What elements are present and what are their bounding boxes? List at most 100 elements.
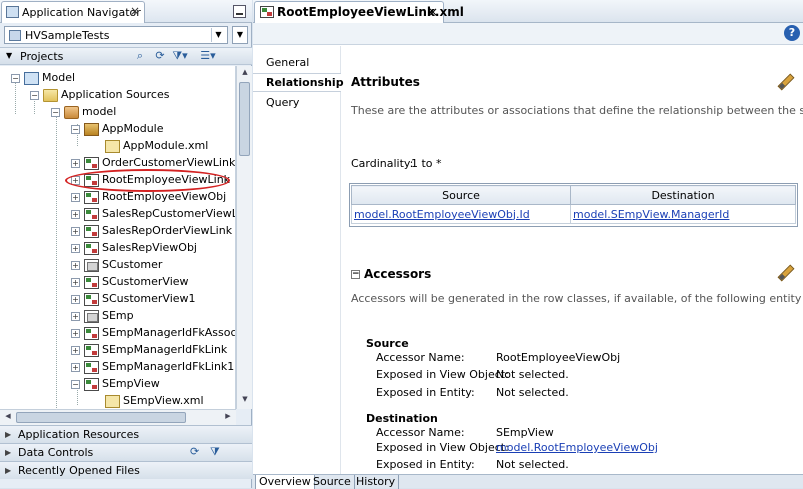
cardinality-label: Cardinality: xyxy=(351,157,414,170)
expand-icon[interactable]: + xyxy=(71,311,80,321)
tree-item[interactable]: − SEmpView xyxy=(71,375,160,392)
tab-overview[interactable]: Overview xyxy=(255,475,315,489)
expand-icon[interactable]: + xyxy=(71,328,80,338)
tab-history[interactable]: History xyxy=(353,475,400,489)
application-resources-panel[interactable]: ▶ Application Resources xyxy=(0,425,252,443)
destination-exposed-vo-link[interactable]: model.RootEmployeeViewObj xyxy=(496,441,658,454)
tree-vertical-scrollbar[interactable]: ▲ ▼ xyxy=(236,66,252,409)
data-controls-panel[interactable]: ▶ Data Controls ⟳ ⧩ xyxy=(0,443,252,461)
collapse-icon[interactable]: − xyxy=(30,90,39,100)
source-attribute-link[interactable]: model.RootEmployeeViewObj.Id xyxy=(351,204,571,224)
scroll-right-icon[interactable]: ▶ xyxy=(222,412,234,420)
tab-source[interactable]: Source xyxy=(310,475,355,489)
expand-triangle-icon: ▶ xyxy=(5,430,12,439)
close-icon[interactable]: × xyxy=(130,4,140,18)
side-tab-query[interactable]: Query xyxy=(253,94,341,113)
side-tab-general[interactable]: General xyxy=(253,54,341,73)
project-combo[interactable]: HVSampleTests ▼ xyxy=(4,26,228,44)
expand-icon[interactable]: + xyxy=(71,362,80,372)
navigator-tab[interactable]: Application Navigator × xyxy=(1,1,145,23)
collapse-icon[interactable]: − xyxy=(71,379,80,389)
scroll-up-icon[interactable]: ▲ xyxy=(239,68,251,80)
filter-icon[interactable]: ⧩▾ xyxy=(172,49,188,63)
tree-item[interactable]: − AppModule xyxy=(71,120,164,137)
tree-item[interactable]: + SEmpManagerIdFkAssoc xyxy=(71,324,235,341)
collapse-icon[interactable]: − xyxy=(11,73,20,83)
edit-pencil-icon[interactable] xyxy=(776,73,794,91)
filter-icon[interactable]: ⧩ xyxy=(210,445,220,459)
edit-pencil-icon[interactable] xyxy=(776,264,794,282)
tree-item-label: SEmpManagerIdFkLink xyxy=(102,343,228,356)
collapse-triangle-icon[interactable]: ▼ xyxy=(6,51,12,60)
viewlink-icon xyxy=(84,241,99,255)
refresh-icon[interactable]: ⟳ xyxy=(152,49,168,63)
expand-icon[interactable]: + xyxy=(71,243,80,253)
expand-icon[interactable]: + xyxy=(71,209,80,219)
overview-editor: RootEmployeeViewLink.xml × ? General Rel… xyxy=(253,0,803,489)
tree-item[interactable]: + SEmp xyxy=(71,307,134,324)
navigator-title: Application Navigator xyxy=(22,6,141,19)
expand-icon[interactable]: + xyxy=(71,192,80,202)
chevron-down-icon[interactable]: ▼ xyxy=(211,28,225,42)
relationship-panel: Attributes These are the attributes or a… xyxy=(342,46,803,474)
navigator-icon xyxy=(6,6,19,18)
tree-item-label: AppModule xyxy=(102,122,164,135)
tree-item[interactable]: − Model xyxy=(11,69,75,86)
collapse-icon[interactable]: − xyxy=(71,124,80,134)
sort-icon[interactable]: ☰▾ xyxy=(200,49,216,63)
destination-attribute-link[interactable]: model.SEmpView.ManagerId xyxy=(570,204,796,224)
source-exposed-entity-value: Not selected. xyxy=(496,386,569,399)
destination-accessor-name-value: SEmpView xyxy=(496,426,554,439)
scroll-down-icon[interactable]: ▼ xyxy=(239,395,251,407)
tree-item-label: model xyxy=(82,105,117,118)
help-icon[interactable]: ? xyxy=(784,25,800,41)
scroll-thumb[interactable] xyxy=(239,82,250,156)
tree-item[interactable]: + SalesRepCustomerViewLink xyxy=(71,205,235,222)
appmodule-icon xyxy=(84,122,99,136)
expand-icon[interactable]: + xyxy=(71,158,80,168)
tree-item[interactable]: + SalesRepViewObj xyxy=(71,239,197,256)
relationship-table: Source Destination model.RootEmployeeVie… xyxy=(351,185,796,224)
folder-icon xyxy=(43,88,58,102)
tree-item[interactable]: + SCustomerView xyxy=(71,273,189,290)
application-menu-button[interactable]: ▼ xyxy=(232,26,248,44)
collapse-icon[interactable]: − xyxy=(51,107,60,117)
tree-item[interactable]: + SEmpManagerIdFkLink1 xyxy=(71,358,234,375)
project-icon xyxy=(24,71,39,85)
tree-item[interactable]: +SEmpView.xml xyxy=(92,392,204,409)
refresh-icon[interactable]: ⟳ xyxy=(190,445,199,458)
minimize-icon[interactable] xyxy=(233,5,246,18)
tree-item[interactable]: − Application Sources xyxy=(30,86,169,103)
table-row: model.RootEmployeeViewObj.Id model.SEmpV… xyxy=(351,204,796,224)
tree-item-label: SCustomer xyxy=(102,258,163,271)
expand-icon[interactable]: + xyxy=(71,345,80,355)
viewlink-icon xyxy=(84,190,99,204)
tree-item[interactable]: + SCustomer xyxy=(71,256,162,273)
scroll-thumb-horizontal[interactable] xyxy=(16,412,186,423)
scroll-left-icon[interactable]: ◀ xyxy=(2,412,14,420)
expand-icon[interactable]: + xyxy=(71,277,80,287)
side-tab-relationship[interactable]: Relationship xyxy=(253,73,344,92)
close-icon[interactable]: × xyxy=(428,5,438,19)
tree-horizontal-scrollbar[interactable]: ◀ ▶ xyxy=(0,409,236,425)
tree-item[interactable]: + SCustomerView1 xyxy=(71,290,196,307)
expand-icon[interactable]: + xyxy=(71,294,80,304)
expand-icon[interactable]: + xyxy=(71,226,80,236)
viewlink-icon xyxy=(84,360,99,374)
tree-item[interactable]: + SEmpManagerIdFkLink xyxy=(71,341,227,358)
tree-item[interactable]: +AppModule.xml xyxy=(92,137,208,154)
recently-opened-files-panel[interactable]: ▶ Recently Opened Files xyxy=(0,461,252,479)
tree-item[interactable]: − model xyxy=(51,103,116,120)
xml-icon xyxy=(105,394,120,408)
open-project-icon[interactable]: ⌕ xyxy=(132,49,148,63)
editor-tab[interactable]: RootEmployeeViewLink.xml × xyxy=(254,1,464,23)
collapse-icon[interactable]: − xyxy=(351,270,360,279)
editor-tab-bar: RootEmployeeViewLink.xml × xyxy=(253,0,803,23)
expand-icon[interactable]: + xyxy=(71,260,80,270)
accessors-heading[interactable]: − Accessors xyxy=(351,267,431,281)
destination-exposed-vo-label: Exposed in View Object: xyxy=(376,441,509,454)
accordion-label: Recently Opened Files xyxy=(18,464,140,477)
tree-item[interactable]: + SalesRepOrderViewLink xyxy=(71,222,232,239)
entity-icon xyxy=(84,309,99,323)
source-heading: Source xyxy=(366,337,409,350)
